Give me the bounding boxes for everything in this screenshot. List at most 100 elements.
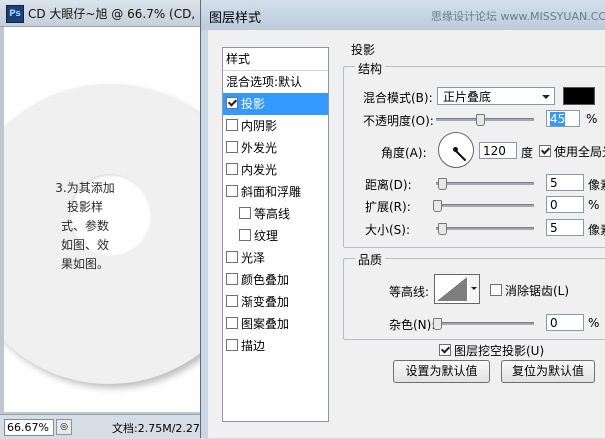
styles-list: 样式 混合选项:默认 投影 内阴影 外发光 内发光 斜面和浮雕 等高线 纹理 光… (222, 47, 329, 422)
style-item-color-overlay[interactable]: 颜色叠加 (223, 269, 328, 291)
document-size-info[interactable]: 文档:2.75M/2.27M (112, 420, 209, 436)
spread-slider-thumb[interactable] (433, 200, 442, 212)
dialog-body: 样式 混合选项:默认 投影 内阴影 外发光 内发光 斜面和浮雕 等高线 纹理 光… (208, 30, 605, 438)
note-line: 式、参数 (60, 219, 109, 233)
global-light-option[interactable]: 使用全局光 (539, 143, 605, 160)
inner-glow-checkbox[interactable] (226, 163, 238, 175)
blend-mode-select[interactable]: 正片叠底 (437, 87, 555, 105)
chevron-down-icon (471, 287, 477, 290)
color-overlay-checkbox[interactable] (226, 273, 238, 285)
document-status-bar: 66.67% ◎ 文档:2.75M/2.27M (0, 414, 210, 439)
contour-label: 等高线: (389, 285, 430, 299)
global-light-label: 使用全局光 (554, 145, 605, 159)
knockout-option[interactable]: 图层挖空投影(U) (439, 342, 544, 359)
style-item-label: 内发光 (241, 163, 278, 177)
dialog-title-bar[interactable]: 图层样式 思缘设计论坛 www.MISSYUAN.COM (201, 0, 605, 30)
contour-checkbox[interactable] (239, 207, 251, 219)
shadow-color-swatch[interactable] (563, 87, 595, 105)
document-canvas[interactable]: 3.为其添加 投影样 式、参数 如图、效 果如图。 (4, 27, 210, 412)
document-title: CD 大眼仔~旭 @ 66.7% (CD, RGB (28, 7, 225, 21)
knockout-label: 图层挖空投影(U) (454, 344, 545, 358)
noise-slider-thumb[interactable] (433, 318, 442, 330)
stroke-checkbox[interactable] (226, 339, 238, 351)
angle-label: 角度(A): (381, 146, 427, 160)
angle-dial-center (453, 147, 458, 152)
distance-input[interactable]: 5 (546, 174, 584, 191)
distance-label: 距离(D): (365, 178, 412, 192)
reset-default-button[interactable]: 复位为默认值 (501, 360, 595, 383)
style-item-label: 光泽 (241, 251, 266, 265)
satin-checkbox[interactable] (226, 251, 238, 263)
size-slider[interactable] (436, 223, 534, 235)
note-line: 果如图。 (60, 257, 109, 271)
size-unit: 像素 (588, 223, 605, 237)
style-item-stroke[interactable]: 描边 (223, 335, 328, 357)
note-line: 如图、效 (60, 238, 109, 252)
antialias-checkbox[interactable] (490, 284, 502, 296)
antialias-option[interactable]: 消除锯齿(L) (490, 282, 569, 299)
spread-unit: % (588, 198, 600, 212)
style-item-pattern-overlay[interactable]: 图案叠加 (223, 313, 328, 335)
styles-header[interactable]: 样式 (223, 48, 328, 71)
outer-glow-checkbox[interactable] (226, 141, 238, 153)
style-item-label: 内阴影 (241, 119, 278, 133)
structure-group-title: 结构 (355, 60, 386, 77)
style-item-satin[interactable]: 光泽 (223, 247, 328, 269)
size-label: 大小(S): (365, 223, 411, 237)
global-light-checkbox[interactable] (539, 145, 551, 157)
chevron-down-icon (542, 95, 550, 99)
make-default-button[interactable]: 设置为默认值 (393, 360, 490, 383)
distance-slider[interactable] (436, 178, 534, 190)
noise-input[interactable]: 0 (546, 314, 584, 331)
style-item-inner-glow[interactable]: 内发光 (223, 159, 328, 181)
drop-shadow-settings: 投影 结构 混合模式(B): 正片叠底 不透明度(O): 45 % 角度(A): (341, 30, 605, 438)
bevel-emboss-checkbox[interactable] (226, 185, 238, 197)
inner-shadow-checkbox[interactable] (226, 119, 238, 131)
opacity-input[interactable]: 45 (546, 110, 580, 127)
opacity-value: 45 (550, 112, 566, 126)
document-window: Ps CD 大眼仔~旭 @ 66.7% (CD, RGB 3.为其添加 投影样 … (0, 0, 225, 439)
style-item-texture[interactable]: 纹理 (223, 225, 328, 247)
drop-shadow-checkbox[interactable] (226, 97, 238, 109)
style-item-label: 描边 (241, 339, 266, 353)
style-item-contour[interactable]: 等高线 (223, 203, 328, 225)
style-item-drop-shadow[interactable]: 投影 (223, 93, 328, 115)
noise-unit: % (588, 316, 600, 330)
angle-input[interactable]: 120 (479, 142, 517, 159)
opacity-slider[interactable] (436, 114, 534, 126)
contour-picker-button[interactable] (469, 274, 480, 304)
style-item-label: 纹理 (254, 229, 279, 243)
style-item-inner-shadow[interactable]: 内阴影 (223, 115, 328, 137)
layer-style-dialog: 图层样式 思缘设计论坛 www.MISSYUAN.COM 样式 混合选项:默认 … (200, 0, 605, 438)
style-item-label: 斜面和浮雕 (241, 185, 302, 199)
texture-checkbox[interactable] (239, 229, 251, 241)
pattern-overlay-checkbox[interactable] (226, 317, 238, 329)
spread-slider[interactable] (433, 200, 534, 212)
style-item-label: 投影 (241, 97, 266, 111)
site-watermark: 思缘设计论坛 www.MISSYUAN.COM (431, 10, 605, 23)
style-item-outer-glow[interactable]: 外发光 (223, 137, 328, 159)
distance-slider-thumb[interactable] (438, 178, 447, 190)
noise-slider[interactable] (433, 318, 534, 330)
opacity-unit: % (586, 112, 598, 126)
quality-group-title: 品质 (355, 251, 386, 268)
spread-input[interactable]: 0 (546, 196, 584, 213)
gradient-overlay-checkbox[interactable] (226, 295, 238, 307)
zoom-level-field[interactable]: 66.67% (4, 419, 54, 436)
angle-dial[interactable] (438, 132, 474, 168)
style-item-label: 混合选项:默认 (226, 75, 303, 89)
contour-preview[interactable] (434, 274, 470, 304)
drop-shadow-section-title: 投影 (351, 43, 376, 57)
style-item-bevel-emboss[interactable]: 斜面和浮雕 (223, 181, 328, 203)
style-item-gradient-overlay[interactable]: 渐变叠加 (223, 291, 328, 313)
tutorial-note: 3.为其添加 投影样 式、参数 如图、效 果如图。 (47, 179, 123, 274)
contour-curve-graphic (437, 277, 467, 301)
antialias-label: 消除锯齿(L) (505, 284, 570, 298)
size-slider-thumb[interactable] (438, 223, 447, 235)
style-item-blending-options[interactable]: 混合选项:默认 (223, 71, 328, 93)
document-title-bar[interactable]: Ps CD 大眼仔~旭 @ 66.7% (CD, RGB (0, 0, 225, 27)
knockout-checkbox[interactable] (439, 344, 451, 356)
size-input[interactable]: 5 (546, 219, 584, 236)
opacity-slider-thumb[interactable] (476, 114, 486, 126)
status-menu-icon[interactable]: ◎ (56, 419, 72, 435)
